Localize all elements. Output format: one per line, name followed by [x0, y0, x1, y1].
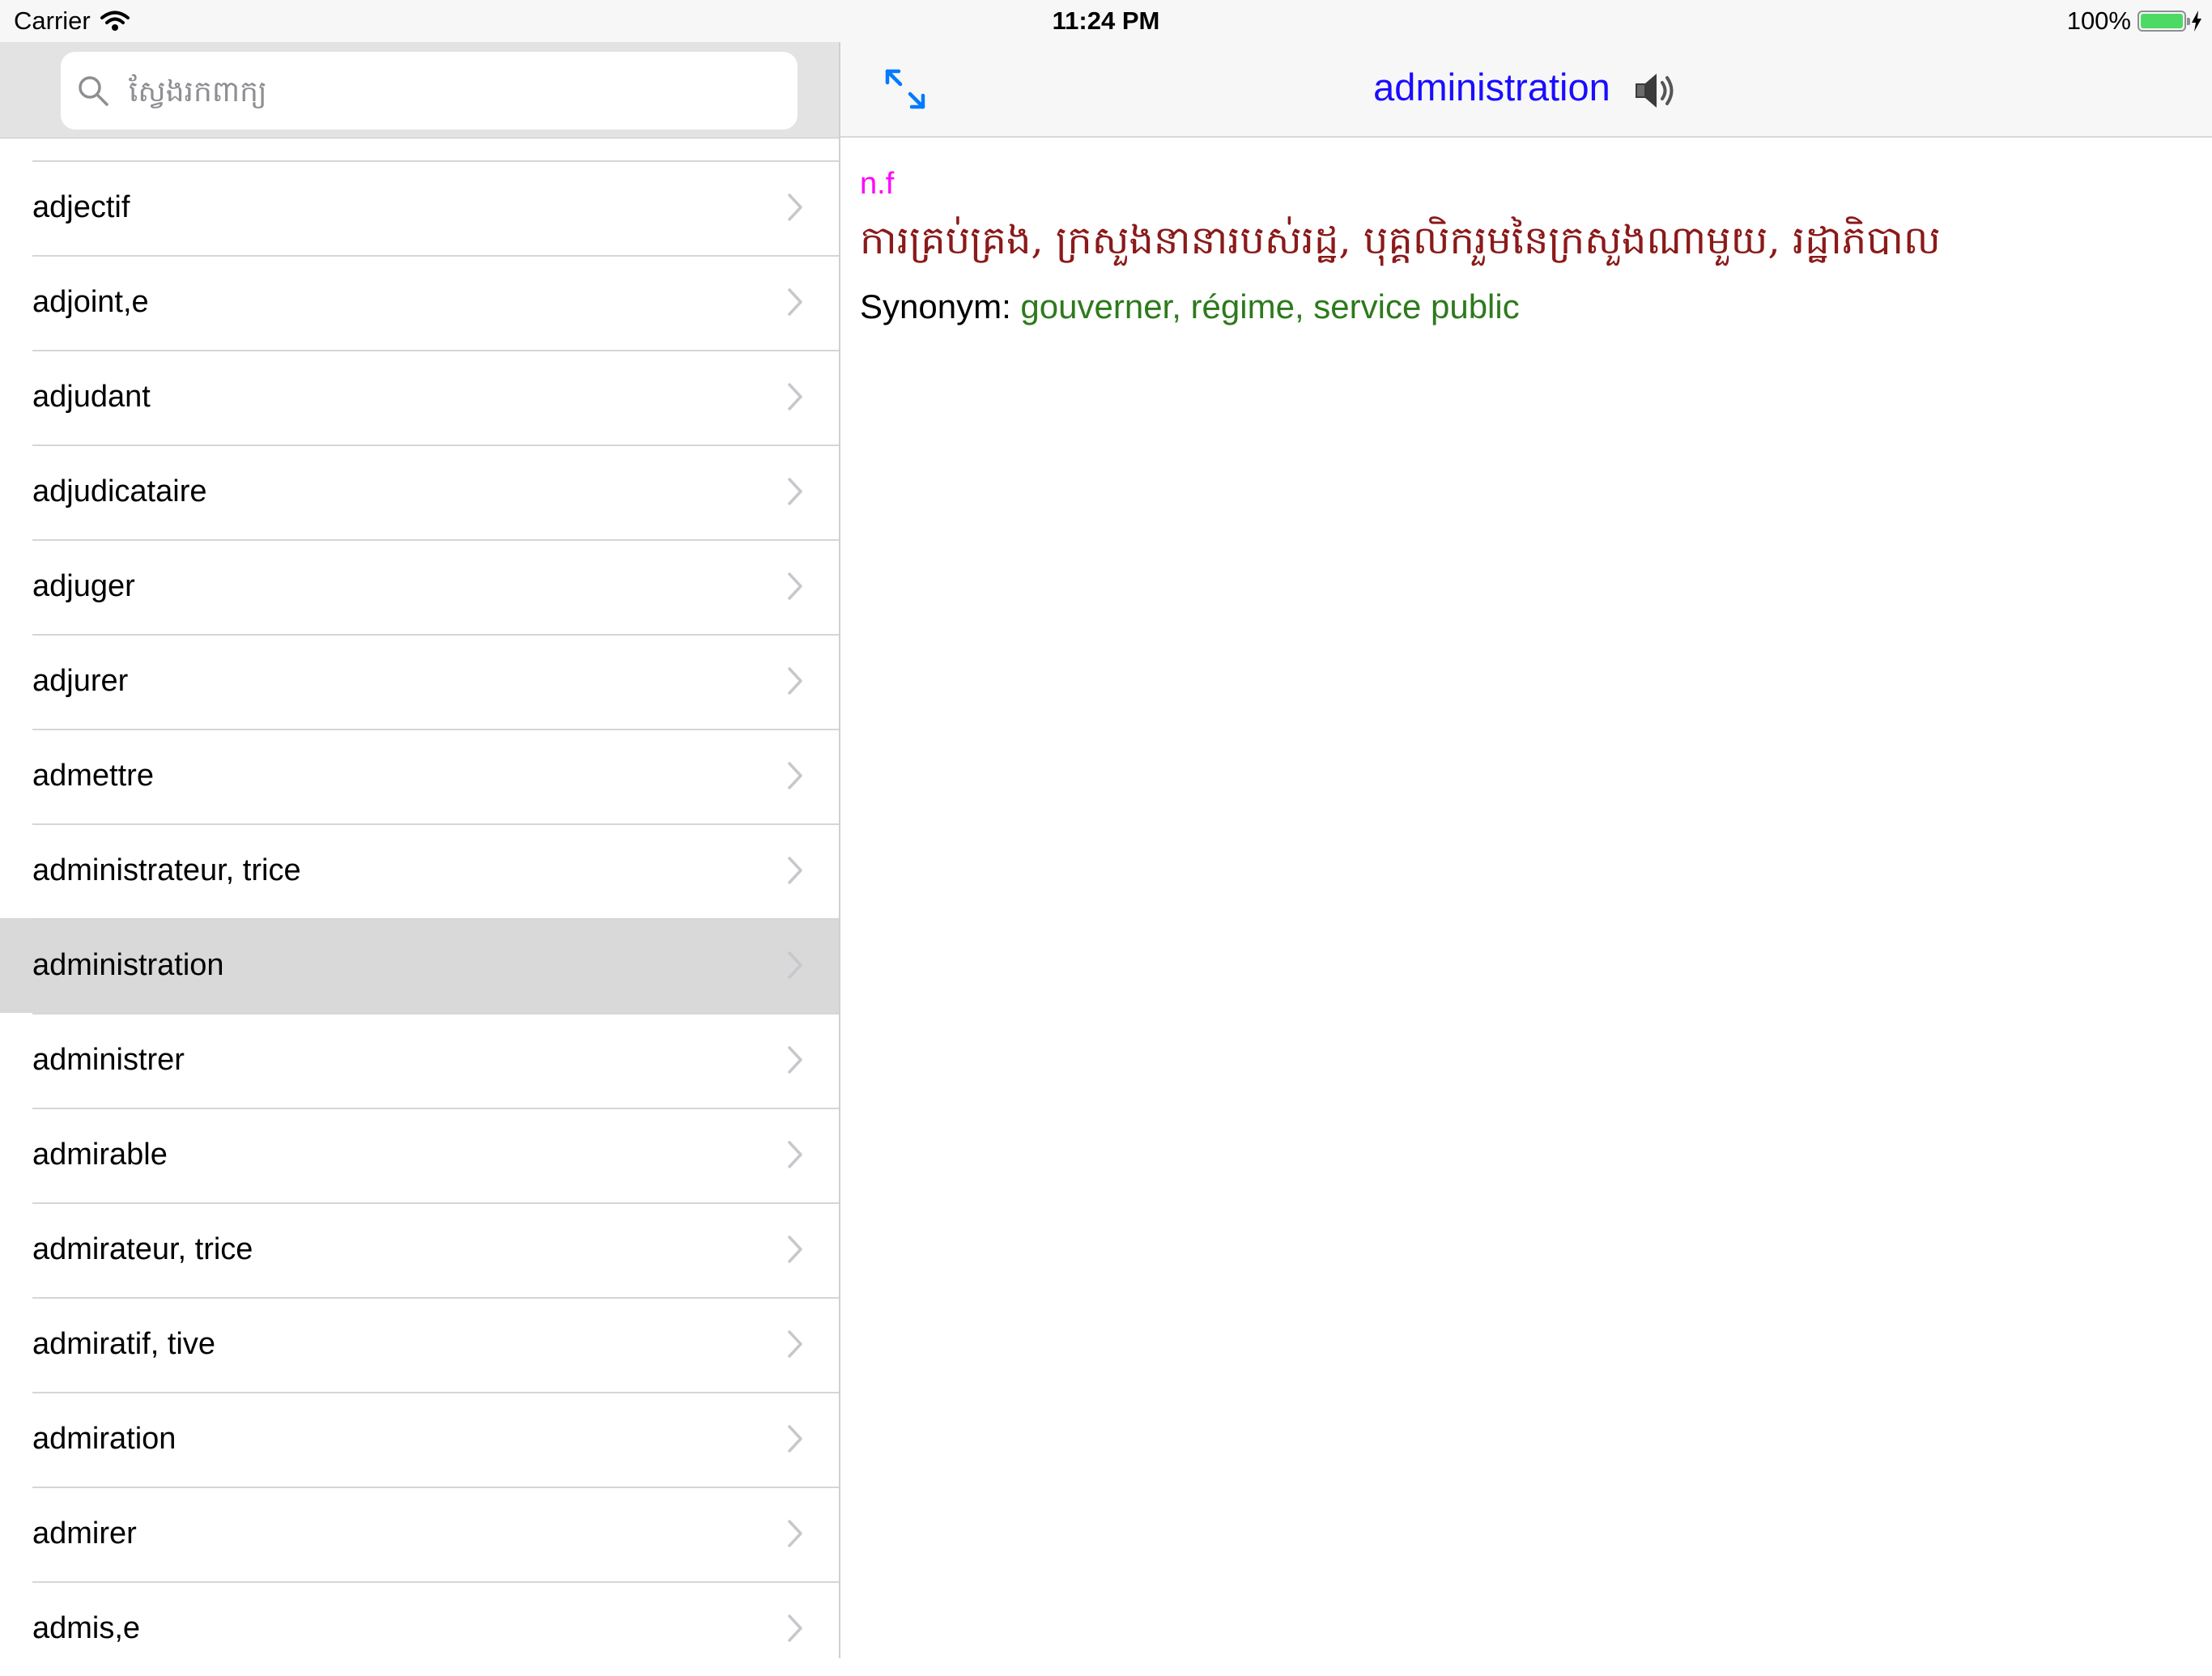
list-item[interactable]: adjoint,e: [0, 255, 839, 350]
list-item[interactable]: adjectif: [0, 160, 839, 255]
list-item[interactable]: administrer: [0, 1013, 839, 1108]
speaker-icon[interactable]: [1632, 69, 1679, 113]
chevron-right-icon: [788, 1614, 802, 1642]
chevron-right-icon: [788, 1046, 802, 1074]
list-item[interactable]: admettre: [0, 729, 839, 823]
word-list-pane: adjectif adjoint,e adjudant adjudicataire ad…: [0, 42, 840, 1658]
battery-icon: [2138, 11, 2190, 32]
detail-nav-bar: administration: [840, 42, 2212, 138]
list-item-label: adjoint,e: [32, 285, 149, 319]
status-bar: Carrier 11:24 PM 100%: [0, 0, 2212, 42]
chevron-right-icon: [788, 951, 802, 979]
chevron-right-icon: [788, 1141, 802, 1168]
list-item-label: admiration: [32, 1422, 177, 1456]
battery-percent: 100%: [2066, 6, 2131, 35]
word-title-text: administration: [1373, 66, 1610, 108]
synonym-line: Synonym: gouverner, régime, service publ…: [860, 287, 2180, 326]
list-item[interactable]: admiration: [0, 1392, 839, 1487]
chevron-right-icon: [788, 762, 802, 789]
chevron-right-icon: [788, 572, 802, 600]
chevron-right-icon: [788, 1330, 802, 1358]
list-item[interactable]: adjudicataire: [0, 445, 839, 539]
list-item[interactable]: admiratif, tive: [0, 1297, 839, 1392]
chevron-right-icon: [788, 194, 802, 221]
list-item[interactable]: adjudant: [0, 350, 839, 445]
list-item[interactable]: admirer: [0, 1487, 839, 1581]
list-item-label: administrer: [32, 1043, 185, 1077]
list-item[interactable]: administration: [0, 918, 839, 1013]
list-item[interactable]: adjuger: [0, 539, 839, 634]
list-item-label: adjudant: [32, 380, 151, 414]
list-item[interactable]: adjurer: [0, 634, 839, 729]
search-icon: [79, 76, 108, 106]
part-of-speech: n.f: [860, 167, 895, 201]
list-item-label: admettre: [32, 759, 154, 793]
search-field[interactable]: [61, 52, 798, 131]
word-title: administration: [840, 65, 2212, 113]
list-item[interactable]: admis,e: [0, 1581, 839, 1676]
word-list: adjectif adjoint,e adjudant adjudicataire ad…: [0, 160, 839, 1676]
definition-content: n.f ការគ្រប់គ្រង, ក្រសួងនានារបស់រដ្ឋ, បុ…: [860, 167, 2180, 326]
list-item[interactable]: administrateur, trice: [0, 823, 839, 918]
chevron-right-icon: [788, 667, 802, 695]
chevron-right-icon: [788, 1425, 802, 1453]
list-item-label: admirer: [32, 1516, 137, 1551]
detail-pane: administration n.f ការគ្រប់គ្រង, ក្រសួងន…: [840, 42, 2212, 1658]
charging-bolt-icon: [2192, 11, 2201, 32]
khmer-definition: ការគ្រប់គ្រង, ក្រសួងនានារបស់រដ្ឋ, បុគ្គល…: [860, 218, 1941, 263]
list-item-label: admis,e: [32, 1611, 141, 1645]
chevron-right-icon: [788, 857, 802, 884]
list-item-label: adjectif: [32, 190, 130, 224]
chevron-right-icon: [788, 1236, 802, 1263]
list-item-label: administration: [32, 948, 224, 982]
status-right: 100%: [2067, 6, 2202, 36]
chevron-right-icon: [788, 478, 802, 505]
chevron-right-icon: [788, 1520, 802, 1547]
list-item-label: admirateur, trice: [32, 1232, 253, 1266]
synonym-values[interactable]: gouverner, régime, service public: [1020, 287, 1519, 325]
clock: 11:24 PM: [1052, 6, 1160, 35]
synonym-label: Synonym:: [860, 287, 1011, 325]
list-item-label: adjudicataire: [32, 474, 207, 508]
search-input[interactable]: [127, 52, 778, 131]
chevron-right-icon: [788, 383, 802, 410]
search-bar: [0, 42, 839, 138]
list-item[interactable]: admirateur, trice: [0, 1202, 839, 1297]
list-item-label: admiratif, tive: [32, 1327, 215, 1361]
list-item[interactable]: admirable: [0, 1108, 839, 1202]
list-item-label: admirable: [32, 1138, 168, 1172]
list-item-label: adjuger: [32, 569, 135, 603]
list-item-label: administrateur, trice: [32, 853, 301, 887]
list-item-label: adjurer: [32, 664, 129, 698]
chevron-right-icon: [788, 288, 802, 316]
